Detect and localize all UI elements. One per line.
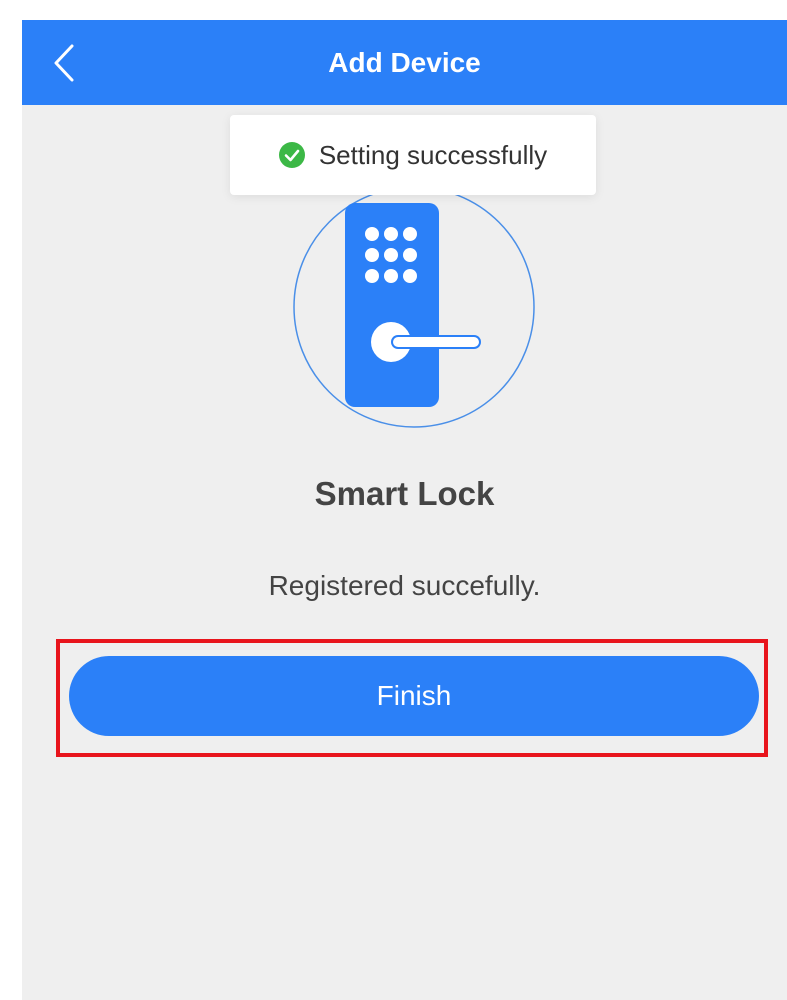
- finish-button[interactable]: Finish: [69, 656, 759, 736]
- back-button[interactable]: [44, 40, 84, 85]
- app-header: Add Device: [22, 20, 787, 105]
- check-circle-icon: [278, 142, 305, 168]
- device-name: Smart Lock: [314, 475, 495, 512]
- success-toast: Setting successfully: [230, 115, 596, 195]
- toast-message: Setting successfully: [318, 139, 548, 170]
- page-title: Add Device: [328, 47, 481, 78]
- app-screen: Add Device Setting successfully Smart Lo…: [22, 20, 787, 1000]
- smart-lock-icon: [293, 186, 535, 428]
- registration-status: Registered succefully.: [268, 570, 541, 601]
- chevron-left-icon: [54, 44, 74, 81]
